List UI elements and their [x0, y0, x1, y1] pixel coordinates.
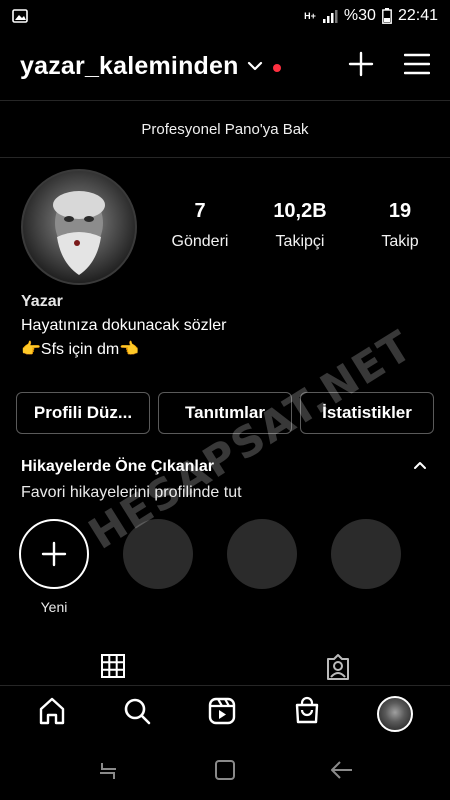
chevron-up-icon[interactable] — [412, 459, 428, 477]
new-highlight-button[interactable] — [19, 519, 89, 589]
profile-stats: 7 Gönderi 10,2B Takipçi 19 Takip — [150, 200, 450, 251]
home-button-icon[interactable] — [213, 758, 237, 787]
profile-tabs — [0, 653, 450, 685]
divider — [0, 157, 450, 158]
menu-icon[interactable] — [403, 53, 431, 80]
bio-line: Hayatınıza dokunacak sözler — [21, 317, 227, 334]
status-bar: H+ %30 22:41 — [0, 0, 450, 32]
highlights-title: Hikayelerde Öne Çıkanlar — [21, 458, 214, 475]
followers-stat[interactable]: 10,2B Takipçi — [250, 200, 350, 251]
tab-posts-grid[interactable] — [0, 653, 225, 685]
notification-dot — [272, 64, 281, 72]
following-label: Takip — [381, 233, 419, 250]
battery-percent: %30 — [343, 7, 376, 24]
grid-icon[interactable] — [100, 653, 126, 684]
highlight-placeholder — [123, 519, 193, 615]
back-arrow-icon[interactable] — [330, 759, 354, 786]
display-name: Yazar — [21, 293, 63, 310]
promotions-button[interactable]: Tanıtımlar — [158, 392, 292, 434]
following-count: 19 — [388, 200, 412, 222]
followers-label: Takipçi — [275, 233, 325, 250]
posts-count: 7 — [194, 200, 206, 222]
system-navigation-bar — [0, 745, 450, 800]
highlights-subtitle: Favori hikayelerini profilinde tut — [21, 484, 242, 501]
chevron-down-icon[interactable] — [247, 59, 263, 77]
following-stat[interactable]: 19 Takip — [350, 200, 450, 251]
edit-profile-button[interactable]: Profili Düz... — [16, 392, 150, 434]
highlight-placeholder — [331, 519, 401, 615]
clock: 22:41 — [397, 7, 438, 24]
bottom-navigation — [0, 685, 450, 741]
highlights-row: Yeni — [19, 519, 401, 615]
signal-icon — [322, 9, 338, 23]
profile-bio: Yazar Hayatınıza dokunacak sözler 👉Sfs i… — [21, 290, 226, 362]
new-highlight-label: Yeni — [40, 599, 68, 615]
create-plus-icon[interactable] — [348, 51, 374, 82]
highlight-placeholder — [227, 519, 297, 615]
battery-icon — [382, 8, 392, 24]
professional-dashboard-link[interactable]: Profesyonel Pano'ya Bak — [0, 102, 450, 156]
reels-icon[interactable] — [207, 696, 237, 731]
new-highlight[interactable]: Yeni — [19, 519, 89, 615]
bio-line: 👉Sfs için dm👈 — [21, 341, 140, 358]
tab-tagged[interactable] — [225, 653, 450, 685]
gallery-notification-icon — [12, 9, 28, 23]
posts-stat[interactable]: 7 Gönderi — [150, 200, 250, 251]
followers-count: 10,2B — [273, 200, 327, 222]
divider — [0, 100, 450, 101]
tagged-person-icon[interactable] — [324, 653, 352, 686]
profile-action-buttons: Profili Düz... Tanıtımlar İstatistikler — [16, 392, 434, 434]
search-icon[interactable] — [122, 696, 152, 731]
username[interactable]: yazar_kaleminden — [20, 52, 239, 81]
recent-apps-icon[interactable] — [96, 759, 120, 786]
profile-avatar[interactable] — [21, 169, 137, 285]
network-type: H+ — [304, 10, 316, 21]
insights-button[interactable]: İstatistikler — [300, 392, 434, 434]
profile-header: yazar_kaleminden — [0, 38, 450, 94]
posts-label: Gönderi — [171, 233, 229, 250]
home-icon[interactable] — [37, 696, 67, 731]
profile-nav-avatar[interactable] — [376, 695, 413, 732]
shop-icon[interactable] — [292, 696, 322, 731]
